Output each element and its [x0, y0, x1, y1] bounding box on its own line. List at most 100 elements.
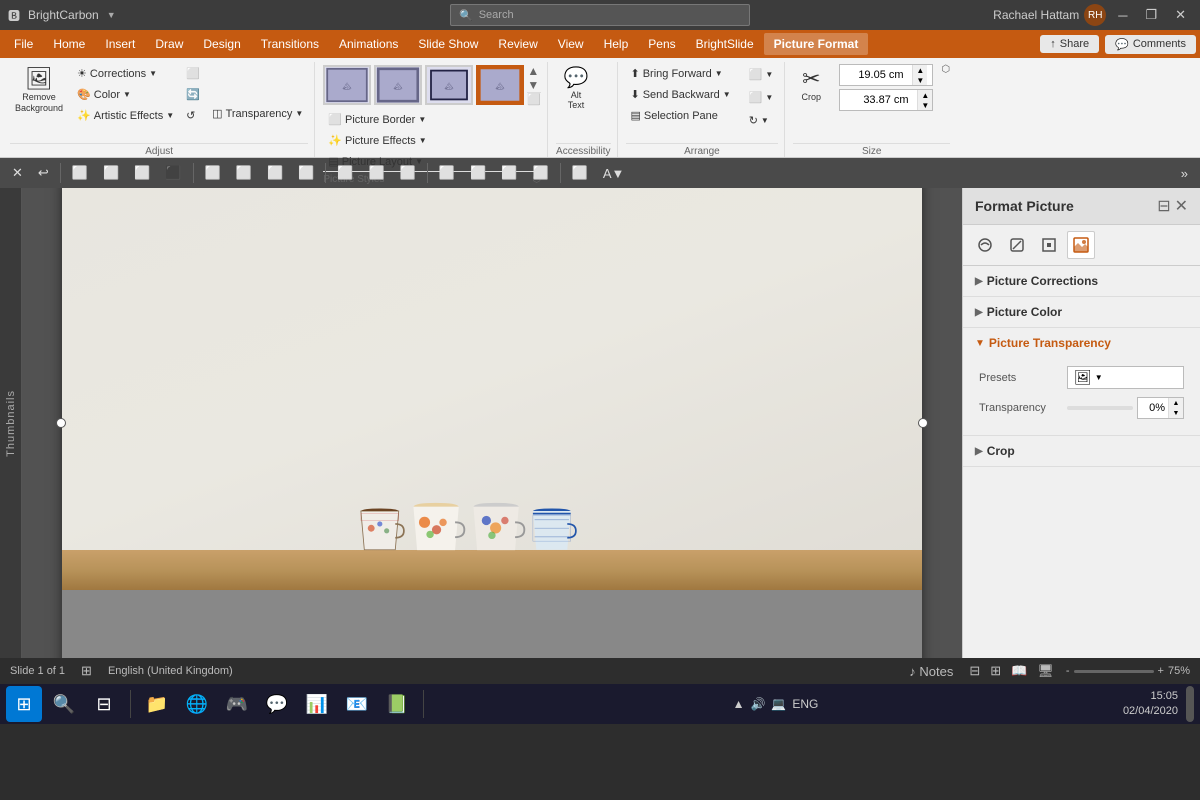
change-picture-button[interactable]: 🔄: [183, 85, 203, 104]
group-button[interactable]: ⬜ ▼: [744, 87, 779, 108]
height-up[interactable]: ▲: [913, 65, 927, 75]
panel-collapse-button[interactable]: ⊟: [1157, 196, 1170, 216]
styles-more[interactable]: ⬜: [527, 92, 541, 106]
panel-tab-size-position[interactable]: [1035, 231, 1063, 259]
outlook-button[interactable]: 📧: [339, 686, 375, 722]
picture-effects-button[interactable]: ✨ Picture Effects ▼: [323, 131, 541, 150]
zoom-slider[interactable]: [1074, 670, 1154, 673]
search-taskbar-button[interactable]: 🔍: [46, 686, 82, 722]
corrections-button[interactable]: ☀ Corrections ▼: [72, 64, 179, 83]
search-box[interactable]: 🔍 Search: [450, 4, 750, 26]
tb-undo[interactable]: ↩: [32, 162, 55, 184]
style-thumb-3[interactable]: 🏔: [425, 65, 473, 105]
slide-sorter-button[interactable]: ⊞: [986, 661, 1005, 681]
tb-close[interactable]: ✕: [6, 162, 29, 184]
menu-transitions[interactable]: Transitions: [251, 33, 329, 55]
tb-expand[interactable]: »: [1175, 163, 1194, 184]
tb-btn-15[interactable]: ⬜: [526, 162, 554, 184]
menu-pens[interactable]: Pens: [638, 33, 685, 55]
size-expand-icon[interactable]: ⬡: [941, 64, 950, 75]
tb-btn-6[interactable]: ⬜: [230, 162, 258, 184]
presets-button[interactable]: 🖼 ▼: [1067, 366, 1184, 389]
tb-font-color[interactable]: A▼: [597, 163, 631, 184]
transparency-slider[interactable]: [1067, 406, 1133, 410]
reading-view-button[interactable]: 📖: [1007, 661, 1031, 681]
show-desktop-button[interactable]: [1186, 686, 1194, 722]
network-icon[interactable]: 💻: [771, 697, 786, 711]
share-button[interactable]: ↑ Share: [1040, 35, 1099, 53]
tb-btn-7[interactable]: ⬜: [261, 162, 289, 184]
width-input[interactable]: [859, 92, 914, 108]
send-backward-button[interactable]: ⬇ Send Backward ▼: [626, 85, 736, 104]
style-thumb-4[interactable]: 🏔: [476, 65, 524, 105]
picture-color-header[interactable]: ▶ Picture Color: [963, 297, 1200, 327]
menu-insert[interactable]: Insert: [95, 33, 145, 55]
explorer-button[interactable]: 📁: [139, 686, 175, 722]
tb-btn-11[interactable]: ⬜: [394, 162, 422, 184]
zoom-in-icon[interactable]: +: [1158, 665, 1164, 677]
minimize-button[interactable]: ─: [1112, 6, 1133, 25]
panel-tab-picture[interactable]: [1067, 231, 1095, 259]
comments-button[interactable]: 💬 Comments: [1105, 35, 1196, 54]
handle-right-center[interactable]: [918, 418, 928, 428]
alt-text-button[interactable]: 💬 AltText: [556, 64, 596, 114]
tb-btn-14[interactable]: ⬜: [495, 162, 523, 184]
menu-design[interactable]: Design: [193, 33, 250, 55]
menu-file[interactable]: File: [4, 33, 43, 55]
app3-button[interactable]: 🎮: [219, 686, 255, 722]
teams-button[interactable]: 💬: [259, 686, 295, 722]
thumbnails-toggle[interactable]: Thumbnails: [5, 188, 17, 658]
style-thumb-2[interactable]: 🏔: [374, 65, 422, 105]
height-input[interactable]: [854, 67, 909, 83]
compress-button[interactable]: ⬜: [183, 64, 203, 83]
artistic-effects-button[interactable]: ✨ Artistic Effects ▼: [72, 106, 179, 125]
notes-button[interactable]: ♪ Notes: [905, 662, 957, 681]
selection-pane-button[interactable]: ▤ Selection Pane: [626, 106, 736, 125]
panel-tab-fill[interactable]: [971, 231, 999, 259]
fit-slide-button[interactable]: ⊞: [77, 661, 96, 681]
picture-corrections-header[interactable]: ▶ Picture Corrections: [963, 266, 1200, 296]
close-button[interactable]: ✕: [1169, 5, 1192, 25]
presenter-view-button[interactable]: 🖥: [1033, 661, 1058, 681]
color-button[interactable]: 🎨 Color ▼: [72, 85, 179, 104]
menu-brightslide[interactable]: BrightSlide: [686, 33, 764, 55]
powerpoint-button[interactable]: 📊: [299, 686, 335, 722]
zoom-out-icon[interactable]: -: [1066, 665, 1070, 677]
picture-transparency-header[interactable]: ▼ Picture Transparency: [963, 328, 1200, 358]
tb-btn-2[interactable]: ⬜: [97, 162, 125, 184]
transparency-down[interactable]: ▼: [1169, 408, 1183, 418]
transparency-button[interactable]: ◫ Transparency ▼: [207, 104, 308, 123]
menu-picture-format[interactable]: Picture Format: [764, 33, 869, 55]
reset-picture-button[interactable]: ↺: [183, 106, 203, 125]
rotate-button[interactable]: ↻ ▼: [744, 110, 779, 131]
menu-draw[interactable]: Draw: [145, 33, 193, 55]
chrome-button[interactable]: 🌐: [179, 686, 215, 722]
panel-tab-effects[interactable]: [1003, 231, 1031, 259]
menu-view[interactable]: View: [548, 33, 594, 55]
tb-btn-16[interactable]: ⬜: [566, 162, 594, 184]
tb-btn-4[interactable]: ⬛: [159, 162, 187, 184]
restore-button[interactable]: ❐: [1139, 5, 1163, 25]
excel-button[interactable]: 📗: [379, 686, 415, 722]
handle-left-center[interactable]: [56, 418, 66, 428]
crop-button[interactable]: ✂ Crop: [793, 64, 829, 106]
tb-btn-8[interactable]: ⬜: [292, 162, 320, 184]
remove-background-button[interactable]: 🖼 RemoveBackground: [10, 64, 68, 118]
menu-slide-show[interactable]: Slide Show: [408, 33, 488, 55]
picture-border-button[interactable]: ⬜ Picture Border ▼: [323, 110, 541, 129]
menu-animations[interactable]: Animations: [329, 33, 408, 55]
align-button[interactable]: ⬜ ▼: [744, 64, 779, 85]
styles-up[interactable]: ▲: [527, 64, 541, 78]
transparency-up[interactable]: ▲: [1169, 398, 1183, 408]
height-down[interactable]: ▼: [913, 75, 927, 85]
menu-home[interactable]: Home: [43, 33, 95, 55]
volume-icon[interactable]: 🔊: [750, 697, 765, 711]
menu-help[interactable]: Help: [594, 33, 639, 55]
tb-btn-3[interactable]: ⬜: [128, 162, 156, 184]
transparency-input[interactable]: [1138, 400, 1168, 416]
tb-btn-9[interactable]: ⬜: [331, 162, 359, 184]
tb-btn-1[interactable]: ⬜: [66, 162, 94, 184]
styles-down[interactable]: ▼: [527, 78, 541, 92]
width-down[interactable]: ▼: [918, 100, 932, 110]
chevron-icon[interactable]: ▲: [733, 697, 745, 711]
